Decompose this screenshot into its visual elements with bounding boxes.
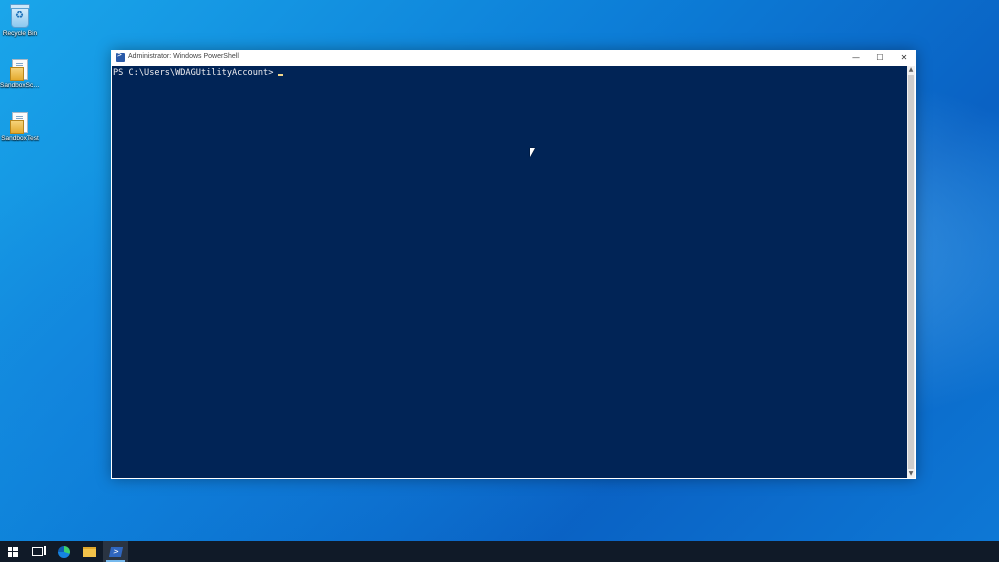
edge-browser-icon [57,545,70,558]
window-title: Administrator: Windows PowerShell [128,53,239,60]
close-button[interactable]: ✕ [892,50,916,66]
start-button[interactable] [0,541,25,562]
text-cursor [278,74,284,76]
minimize-button[interactable]: — [844,50,868,66]
scroll-up-arrow-icon[interactable]: ▲ [907,66,915,74]
desktop-icon-label: Recycle Bin [2,30,38,37]
taskbar-file-explorer-button[interactable] [77,541,102,562]
console-line: PS C:\Users\WDAGUtilityAccount> [113,68,284,78]
powershell-icon [116,50,125,62]
task-view-button[interactable] [25,541,50,562]
windows-logo-icon [7,546,18,557]
recycle-bin-icon [10,4,30,28]
file-icon [10,59,28,81]
desktop-icon-label: SandboxTest [1,135,39,142]
taskbar-edge-button[interactable] [51,541,76,562]
vertical-scrollbar[interactable]: ▲ ▼ [907,66,915,478]
desktop-icon-sandbox-test[interactable]: SandboxTest [0,112,40,143]
mouse-pointer-icon [530,148,535,157]
powershell-window[interactable]: Administrator: Windows PowerShell — ☐ ✕ … [111,50,916,479]
desktop-icon-label: SandboxScr... [0,82,40,89]
maximize-button[interactable]: ☐ [868,50,892,66]
folder-icon [83,546,96,557]
scroll-down-arrow-icon[interactable]: ▼ [907,470,915,478]
powershell-icon: > [108,546,123,557]
window-titlebar[interactable]: Administrator: Windows PowerShell — ☐ ✕ [111,50,916,66]
desktop-icon-sandbox-script[interactable]: SandboxScr... [0,59,40,90]
console-area[interactable]: PS C:\Users\WDAGUtilityAccount> [112,66,907,478]
desktop-icon-recycle-bin[interactable]: Recycle Bin [0,4,40,38]
console-prompt: PS C:\Users\WDAGUtilityAccount> [113,68,274,78]
task-view-icon [32,546,46,556]
taskbar: > [0,541,999,562]
scroll-thumb[interactable] [908,75,914,469]
taskbar-powershell-button[interactable]: > [103,541,128,562]
file-icon [10,112,28,134]
